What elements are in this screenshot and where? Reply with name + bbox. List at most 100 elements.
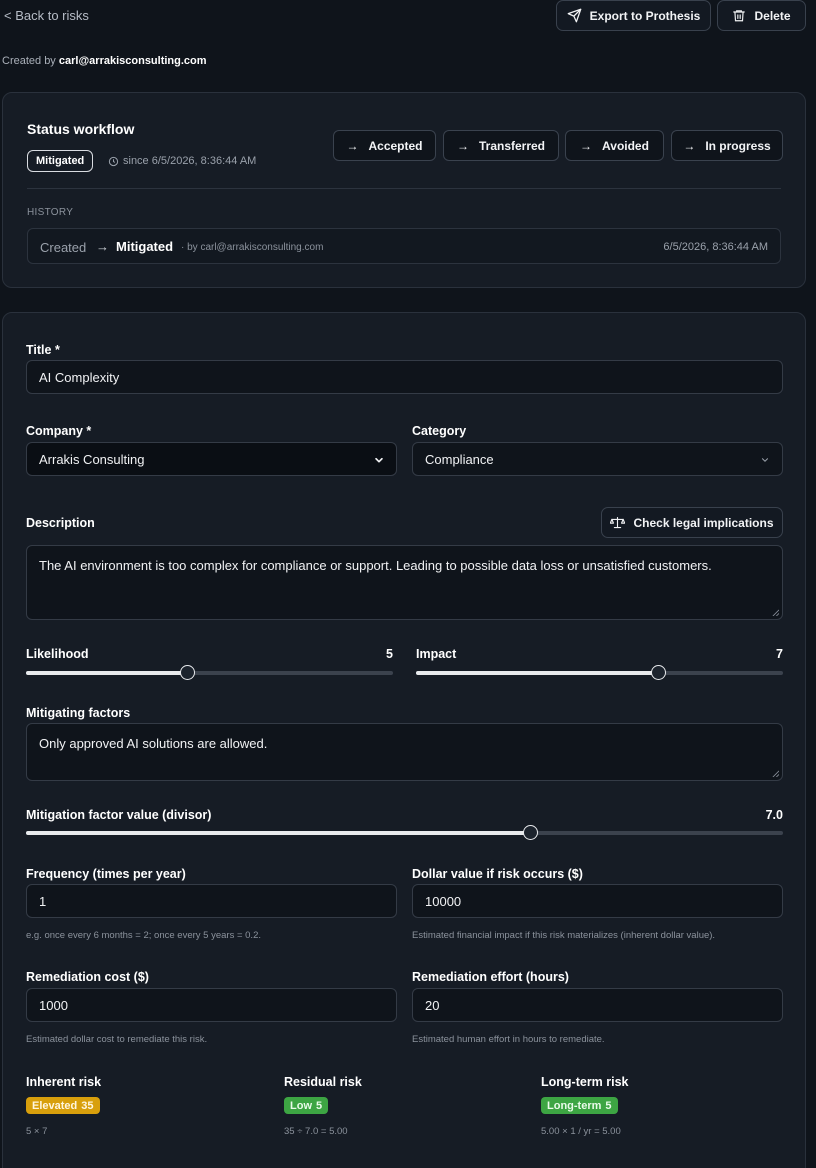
export-button[interactable]: Export to Prothesis bbox=[556, 0, 711, 31]
resize-handle-icon[interactable] bbox=[772, 609, 779, 616]
check-legal-label: Check legal implications bbox=[633, 515, 774, 530]
mitigation-value-slider[interactable] bbox=[26, 825, 783, 840]
send-icon bbox=[567, 8, 582, 23]
residual-risk-badge-value: 5 bbox=[316, 1099, 323, 1112]
frequency-label: Frequency (times per year) bbox=[26, 867, 186, 881]
status-workflow-card: Status workflow Mitigated since 6/5/2026… bbox=[2, 92, 806, 288]
likelihood-slider-fill bbox=[26, 671, 188, 675]
company-label: Company * bbox=[26, 424, 92, 438]
arrow-right-icon: → bbox=[580, 138, 593, 153]
scale-icon bbox=[610, 516, 626, 529]
residual-risk-badge-text: Low bbox=[290, 1099, 312, 1112]
chevron-down-icon bbox=[761, 458, 769, 462]
remediation-cost-help: Estimated dollar cost to remediate this … bbox=[26, 1034, 208, 1045]
status-in-progress-label: In progress bbox=[705, 138, 771, 153]
export-button-label: Export to Prothesis bbox=[589, 8, 701, 23]
history-to: Mitigated bbox=[116, 239, 174, 254]
status-transferred-label: Transferred bbox=[478, 138, 546, 153]
trash-icon bbox=[733, 10, 746, 22]
status-accepted-label: Accepted bbox=[368, 138, 423, 153]
created-by: Created by carl@arrakisconsulting.com bbox=[2, 55, 207, 67]
inherent-risk-badge-text: Elevated bbox=[32, 1099, 78, 1112]
mitigation-value: 7.0 bbox=[765, 808, 783, 822]
mitigating-factors-textarea[interactable]: Only approved AI solutions are allowed. bbox=[26, 723, 783, 781]
category-select[interactable]: Compliance bbox=[412, 442, 783, 476]
resize-handle-icon[interactable] bbox=[772, 770, 779, 777]
created-by-email: carl@arrakisconsulting.com bbox=[58, 55, 207, 67]
description-label: Description bbox=[26, 516, 95, 530]
created-by-prefix: Created by bbox=[2, 55, 59, 67]
delete-button-label: Delete bbox=[754, 8, 791, 23]
long-term-risk-label: Long-term risk bbox=[541, 1075, 629, 1089]
status-workflow-title: Status workflow bbox=[27, 121, 135, 137]
frequency-input[interactable]: 1 bbox=[26, 884, 397, 918]
likelihood-slider-thumb[interactable] bbox=[180, 665, 196, 680]
chevron-down-icon bbox=[375, 457, 383, 463]
remediation-effort-help: Estimated human effort in hours to remed… bbox=[412, 1034, 605, 1045]
inherent-risk-badge: Elevated 35 bbox=[26, 1097, 100, 1114]
status-avoided-label: Avoided bbox=[602, 138, 649, 153]
impact-slider[interactable] bbox=[416, 665, 783, 680]
description-text: The AI environment is too complex for co… bbox=[39, 558, 712, 573]
check-legal-button[interactable]: Check legal implications bbox=[601, 507, 783, 538]
dollar-value-help: Estimated financial impact if this risk … bbox=[412, 930, 716, 941]
status-transferred-button[interactable]: → Transferred bbox=[443, 130, 559, 161]
inherent-risk-badge-value: 35 bbox=[81, 1099, 94, 1112]
long-term-risk-badge: Long-term 5 bbox=[541, 1097, 618, 1114]
mitigation-value-slider-thumb[interactable] bbox=[523, 825, 539, 840]
long-term-risk-formula: 5.00 × 1 / yr = 5.00 bbox=[541, 1126, 621, 1137]
title-input[interactable]: AI Complexity bbox=[26, 360, 783, 394]
risk-form-card: Title * AI Complexity Company * Arrakis … bbox=[2, 312, 806, 1168]
long-term-risk-badge-text: Long-term bbox=[547, 1099, 602, 1112]
residual-risk-formula: 35 ÷ 7.0 = 5.00 bbox=[284, 1126, 348, 1137]
remediation-effort-input[interactable]: 20 bbox=[412, 988, 783, 1022]
status-avoided-button[interactable]: → Avoided bbox=[565, 130, 664, 161]
likelihood-label: Likelihood bbox=[26, 647, 89, 661]
status-since-text: since 6/5/2026, 8:36:44 AM bbox=[123, 155, 257, 167]
mitigation-value-slider-fill bbox=[26, 831, 531, 835]
top-bar: < Back to risks Export to Prothesis Dele… bbox=[0, 0, 816, 32]
likelihood-value: 5 bbox=[386, 647, 393, 661]
history-label: HISTORY bbox=[27, 207, 74, 218]
impact-slider-fill bbox=[416, 671, 659, 675]
description-textarea[interactable]: The AI environment is too complex for co… bbox=[26, 545, 783, 620]
mitigation-value-label: Mitigation factor value (divisor) bbox=[26, 808, 212, 822]
delete-button[interactable]: Delete bbox=[717, 0, 806, 31]
residual-risk-label: Residual risk bbox=[284, 1075, 362, 1089]
frequency-help: e.g. once every 6 months = 2; once every… bbox=[26, 930, 261, 941]
company-select[interactable]: Arrakis Consulting bbox=[26, 442, 397, 476]
category-label: Category bbox=[412, 424, 467, 438]
impact-label: Impact bbox=[416, 647, 457, 661]
history-entry: Created → Mitigated · by carl@arrakiscon… bbox=[27, 228, 781, 264]
mitigating-factors-text: Only approved AI solutions are allowed. bbox=[39, 736, 268, 751]
company-select-value: Arrakis Consulting bbox=[39, 452, 145, 467]
status-since: since 6/5/2026, 8:36:44 AM bbox=[108, 155, 256, 167]
history-from: Created bbox=[40, 240, 87, 255]
likelihood-slider[interactable] bbox=[26, 665, 393, 680]
dollar-value-label: Dollar value if risk occurs ($) bbox=[412, 867, 583, 881]
remediation-cost-input[interactable]: 1000 bbox=[26, 988, 397, 1022]
arrow-right-icon: → bbox=[683, 138, 696, 153]
remediation-cost-label: Remediation cost ($) bbox=[26, 970, 149, 984]
status-badge: Mitigated bbox=[27, 150, 94, 172]
arrow-right-icon: → bbox=[96, 239, 109, 254]
clock-icon bbox=[108, 156, 119, 166]
category-select-value: Compliance bbox=[425, 452, 494, 467]
history-by: · by carl@arrakisconsulting.com bbox=[181, 242, 324, 253]
arrow-right-icon: → bbox=[346, 138, 359, 153]
status-accepted-button[interactable]: → Accepted bbox=[333, 130, 436, 161]
long-term-risk-badge-value: 5 bbox=[605, 1099, 612, 1112]
history-date: 6/5/2026, 8:36:44 AM bbox=[663, 241, 768, 253]
arrow-right-icon: → bbox=[456, 138, 469, 153]
impact-slider-thumb[interactable] bbox=[651, 665, 667, 680]
remediation-effort-label: Remediation effort (hours) bbox=[412, 970, 569, 984]
title-label: Title * bbox=[26, 343, 60, 357]
mitigating-factors-label: Mitigating factors bbox=[26, 706, 131, 720]
status-in-progress-button[interactable]: → In progress bbox=[671, 130, 783, 161]
back-to-risks-link[interactable]: < Back to risks bbox=[4, 8, 89, 23]
status-divider bbox=[27, 188, 781, 189]
impact-value: 7 bbox=[776, 647, 783, 661]
inherent-risk-formula: 5 × 7 bbox=[26, 1126, 48, 1137]
residual-risk-badge: Low 5 bbox=[284, 1097, 329, 1114]
dollar-value-input[interactable]: 10000 bbox=[412, 884, 783, 918]
